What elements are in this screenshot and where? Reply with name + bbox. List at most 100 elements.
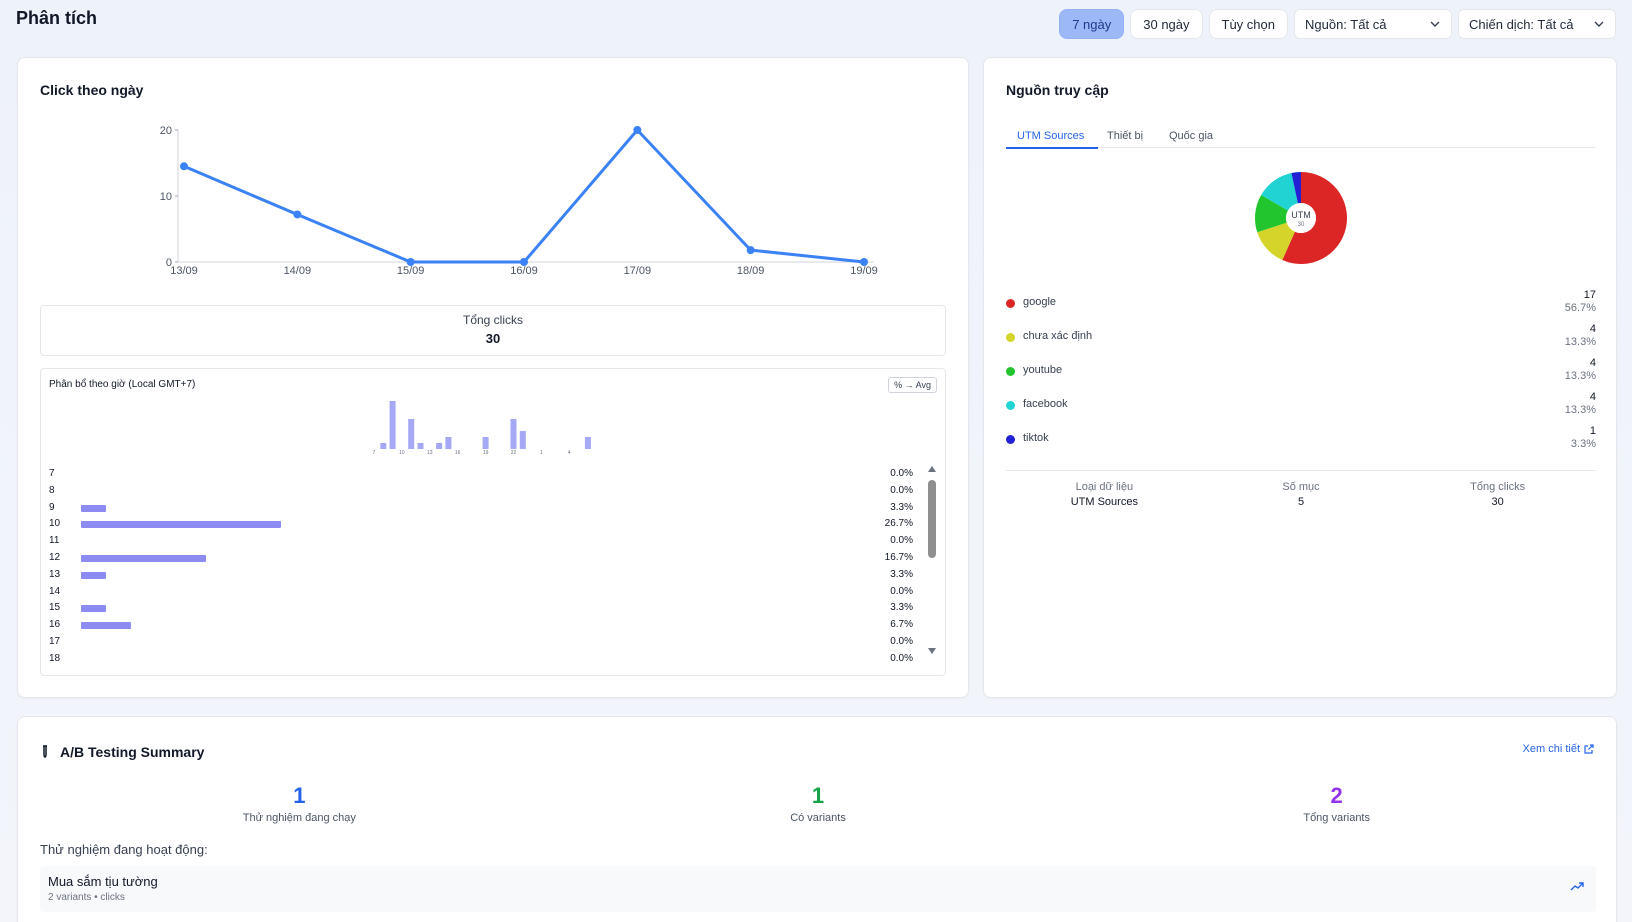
hour-percent: 0.0%	[890, 635, 913, 647]
hour-row: 11 0.0%	[49, 533, 913, 550]
view-details-link[interactable]: Xem chi tiết	[1523, 743, 1594, 755]
stat-number: 1	[293, 783, 306, 808]
mini-bar	[445, 437, 452, 449]
legend-dot	[1006, 435, 1015, 444]
hour-row: 10 26.7%	[49, 516, 913, 533]
hour-label: 13	[49, 568, 61, 580]
active-tab-indicator	[1006, 147, 1098, 149]
legend-name: google	[1023, 296, 1057, 308]
range-custom-button[interactable]: Tùy chọn	[1208, 9, 1288, 39]
legend-count: 4	[1589, 357, 1596, 369]
hour-bar	[81, 605, 106, 613]
scroll-thumb	[928, 480, 936, 558]
tab-utm-sources[interactable]: UTM Sources	[1017, 130, 1084, 142]
legend-dot	[1006, 333, 1015, 342]
hour-bar	[81, 521, 281, 529]
test-meta: 2 variants • clicks	[48, 892, 125, 903]
summary-data-type: Loại dữ liệu UTM Sources	[1006, 481, 1203, 508]
hour-row: 18 0.0%	[49, 651, 913, 668]
hour-label: 11	[49, 535, 60, 547]
hour-label: 10	[49, 518, 61, 530]
range-7-days-button[interactable]: 7 ngày	[1059, 9, 1125, 39]
legend-count: 1	[1589, 425, 1596, 437]
mini-bar	[584, 437, 591, 449]
hour-percent: 0.0%	[890, 585, 913, 597]
hourly-mini-chart: 7 10 13 16 19 22 1 4	[373, 401, 591, 456]
x-tick-label: 15/09	[397, 265, 425, 277]
trending-up-icon[interactable]	[1570, 881, 1584, 891]
legend-percent: 13.3%	[1564, 336, 1596, 348]
total-clicks-box: Tổng clicks 30	[40, 305, 946, 356]
chevron-down-icon	[1594, 21, 1604, 27]
mini-bar	[417, 443, 424, 449]
summary-item-count: Số mục 5	[1203, 481, 1400, 508]
tab-devices[interactable]: Thiết bị	[1107, 130, 1143, 142]
ab-title: A/B Testing Summary	[60, 744, 205, 760]
source-select-value: Nguồn: Tất cả	[1305, 16, 1387, 32]
legend-item-facebook[interactable]: facebook 4 13.3%	[1006, 391, 1596, 426]
hour-percent: 0.0%	[890, 652, 913, 664]
hour-row: 9 3.3%	[49, 500, 913, 517]
legend-item-chưa-xác-định[interactable]: chưa xác định 4 13.3%	[1006, 323, 1596, 358]
flask-icon	[43, 745, 47, 758]
test-name: Mua sắm tịu tường	[48, 874, 158, 889]
legend-count: 4	[1589, 323, 1596, 335]
stat-total-variants: 2 Tổng variants	[1077, 783, 1596, 824]
source-select[interactable]: Nguồn: Tất cả	[1294, 9, 1452, 39]
range-30-days-button[interactable]: 30 ngày	[1130, 9, 1203, 39]
data-point	[293, 210, 302, 219]
mini-bar	[408, 419, 415, 449]
hour-label: 9	[49, 501, 55, 513]
external-link-icon	[1584, 744, 1594, 754]
hourly-list[interactable]: 7 0.0% 8 0.0% 9 3.3% 10 26.7% 11 0.0% 12 16.7% 13 3.3…	[49, 466, 913, 668]
mini-bar-label: 16	[455, 450, 461, 456]
mini-bar-label: 10	[399, 450, 405, 456]
hour-percent: 6.7%	[890, 619, 913, 631]
hourly-scrollbar[interactable]	[927, 466, 937, 654]
data-point	[860, 258, 868, 266]
legend-item-tiktok[interactable]: tiktok 1 3.3%	[1006, 425, 1596, 460]
x-tick-label: 19/09	[850, 265, 878, 277]
hour-percent: 3.3%	[890, 568, 913, 580]
sources-card-title: Nguồn truy cập	[1006, 82, 1109, 98]
scroll-down-icon	[928, 648, 936, 654]
tab-countries[interactable]: Quốc gia	[1169, 130, 1213, 142]
hour-label: 14	[49, 585, 61, 597]
data-point	[520, 258, 528, 266]
sources-summary: Loại dữ liệu UTM Sources Số mục 5 Tổng c…	[1006, 470, 1596, 508]
mini-bar	[482, 437, 489, 449]
hour-row: 8 0.0%	[49, 483, 913, 500]
summary-total-clicks: Tổng clicks 30	[1399, 481, 1596, 508]
data-point	[633, 126, 642, 134]
toggle-avg-button[interactable]: % → Avg	[888, 377, 937, 393]
x-tick-label: 17/09	[624, 265, 652, 277]
hour-label: 8	[49, 484, 55, 496]
hourly-distribution-panel: Phân bổ theo giờ (Local GMT+7) % → Avg 7…	[40, 368, 946, 676]
legend-name: tiktok	[1023, 432, 1049, 444]
legend-percent: 13.3%	[1564, 370, 1596, 382]
active-test-item[interactable]: Mua sắm tịu tường 2 variants • clicks	[40, 866, 1596, 912]
mini-bar-label: 4	[568, 450, 571, 456]
stat-number: 1	[811, 783, 825, 808]
legend-item-google[interactable]: google 17 56.7%	[1006, 289, 1596, 324]
clicks-line-chart: 0102013/09 14/09 15/09 16/09 17/09 18/09 19/09	[160, 125, 878, 277]
sources-donut-chart: UTM 30	[1255, 172, 1347, 264]
filter-bar: 7 ngày 30 ngày Tùy chọn Nguồn: Tất cả Ch…	[1059, 9, 1616, 39]
mini-bar-label: 22	[511, 450, 517, 456]
ab-testing-card: A/B Testing Summary Xem chi tiết 1 Thử n…	[17, 716, 1617, 922]
hour-percent: 16.7%	[884, 551, 913, 563]
hour-row: 12 16.7%	[49, 550, 913, 567]
hour-row: 7 0.0%	[49, 466, 913, 483]
series-line	[183, 128, 865, 264]
legend-name: chưa xác định	[1023, 330, 1093, 342]
legend-name: facebook	[1023, 398, 1068, 410]
summary-value: 5	[1297, 496, 1305, 508]
data-point	[406, 258, 415, 266]
mini-bar	[519, 431, 526, 449]
legend-item-youtube[interactable]: youtube 4 13.3%	[1006, 357, 1596, 392]
campaign-select[interactable]: Chiến dịch: Tất cả	[1458, 9, 1616, 39]
hourly-title: Phân bổ theo giờ (Local GMT+7)	[49, 379, 196, 390]
hour-percent: 26.7%	[884, 518, 913, 530]
mini-bar	[510, 419, 517, 449]
stat-with-variants: 1 Có variants	[559, 783, 1078, 824]
